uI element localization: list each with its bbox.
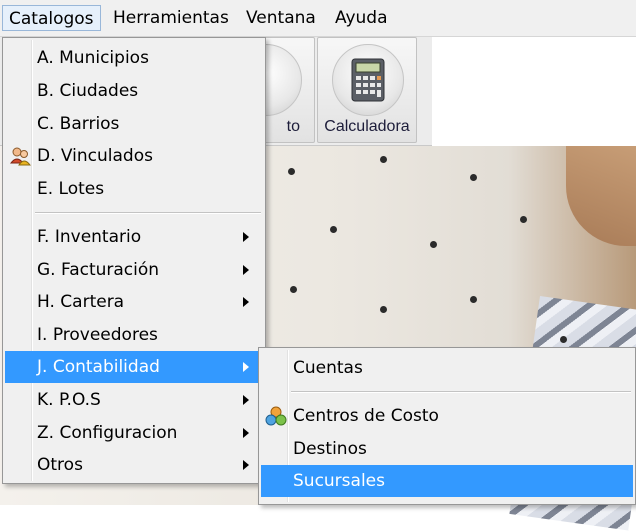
menu-item-label: H. Cartera xyxy=(37,292,125,312)
menu-item-barrios[interactable]: C. Barrios xyxy=(5,108,263,140)
menu-item-label: J. Contabilidad xyxy=(37,357,160,377)
menu-item-ciudades[interactable]: B. Ciudades xyxy=(5,75,263,107)
menu-item-label: A. Municipios xyxy=(37,48,149,68)
menu-item-label: Sucursales xyxy=(293,471,385,491)
submenu-arrow-icon xyxy=(243,428,249,438)
menu-separator xyxy=(291,391,631,393)
menu-item-label: Cuentas xyxy=(293,358,363,378)
submenu-item-destinos[interactable]: Destinos xyxy=(261,433,633,465)
menu-item-lotes[interactable]: E. Lotes xyxy=(5,173,263,205)
menu-item-label: K. P.O.S xyxy=(37,390,101,410)
calculadora-button[interactable]: Calculadora xyxy=(317,37,417,143)
calculator-icon xyxy=(332,44,404,116)
submenu-arrow-icon xyxy=(243,460,249,470)
photo-dot xyxy=(470,174,477,181)
menu-item-label: C. Barrios xyxy=(37,114,120,134)
submenu-arrow-icon xyxy=(243,265,249,275)
menu-item-label: F. Inventario xyxy=(37,227,142,247)
submenu-arrow-icon xyxy=(243,297,249,307)
menu-item-inventario[interactable]: F. Inventario xyxy=(5,221,263,253)
photo-skin xyxy=(566,146,636,246)
menu-item-pos[interactable]: K. P.O.S xyxy=(5,384,263,416)
menu-item-label: D. Vinculados xyxy=(37,146,153,166)
menu-item-facturacion[interactable]: G. Facturación xyxy=(5,254,263,286)
menu-item-label: Centros de Costo xyxy=(293,406,439,426)
photo-dot xyxy=(430,241,437,248)
menu-item-otros[interactable]: Otros xyxy=(5,449,263,481)
cost-centers-icon xyxy=(265,405,287,427)
photo-dot xyxy=(330,226,337,233)
menu-item-contabilidad[interactable]: J. Contabilidad xyxy=(5,351,263,383)
menu-item-municipios[interactable]: A. Municipios xyxy=(5,42,263,74)
menu-item-label: Destinos xyxy=(293,439,367,459)
menu-item-configuracion[interactable]: Z. Configuracion xyxy=(5,417,263,449)
menu-herramientas[interactable]: Herramientas xyxy=(107,5,235,31)
submenu-arrow-icon xyxy=(243,395,249,405)
contabilidad-submenu: Cuentas Centros de Costo Destinos Sucurs… xyxy=(258,347,636,505)
menu-item-label: B. Ciudades xyxy=(37,81,139,101)
submenu-item-cuentas[interactable]: Cuentas xyxy=(261,352,633,384)
menu-catalogos[interactable]: Catalogos xyxy=(2,5,101,31)
menubar: Catalogos Herramientas Ventana Ayuda xyxy=(0,0,636,37)
calculadora-label: Calculadora xyxy=(324,118,410,135)
submenu-item-sucursales[interactable]: Sucursales xyxy=(261,465,633,497)
submenu-arrow-icon xyxy=(243,362,249,372)
photo-dot xyxy=(560,336,567,343)
photo-dot xyxy=(288,168,295,175)
photo-dot xyxy=(290,286,297,293)
photo-dot xyxy=(380,156,387,163)
menu-item-label: Otros xyxy=(37,455,83,475)
photo-dot xyxy=(470,296,477,303)
menu-item-cartera[interactable]: H. Cartera xyxy=(5,286,263,318)
menu-item-label: Z. Configuracion xyxy=(37,423,178,443)
menu-item-vinculados[interactable]: D. Vinculados xyxy=(5,140,263,172)
menu-ayuda[interactable]: Ayuda xyxy=(329,5,394,31)
submenu-arrow-icon xyxy=(243,232,249,242)
photo-dot xyxy=(380,306,387,313)
photo-dot xyxy=(520,216,527,223)
menu-separator xyxy=(35,212,261,214)
catalogos-menu: A. Municipios B. Ciudades C. Barrios D. … xyxy=(2,37,266,484)
menu-item-label: I. Proveedores xyxy=(37,325,158,345)
menu-item-label: E. Lotes xyxy=(37,179,105,199)
users-icon xyxy=(9,145,32,167)
submenu-item-centros-de-costo[interactable]: Centros de Costo xyxy=(261,400,633,432)
menu-item-proveedores[interactable]: I. Proveedores xyxy=(5,319,263,351)
menu-item-label: G. Facturación xyxy=(37,260,160,280)
menu-ventana[interactable]: Ventana xyxy=(240,5,322,31)
